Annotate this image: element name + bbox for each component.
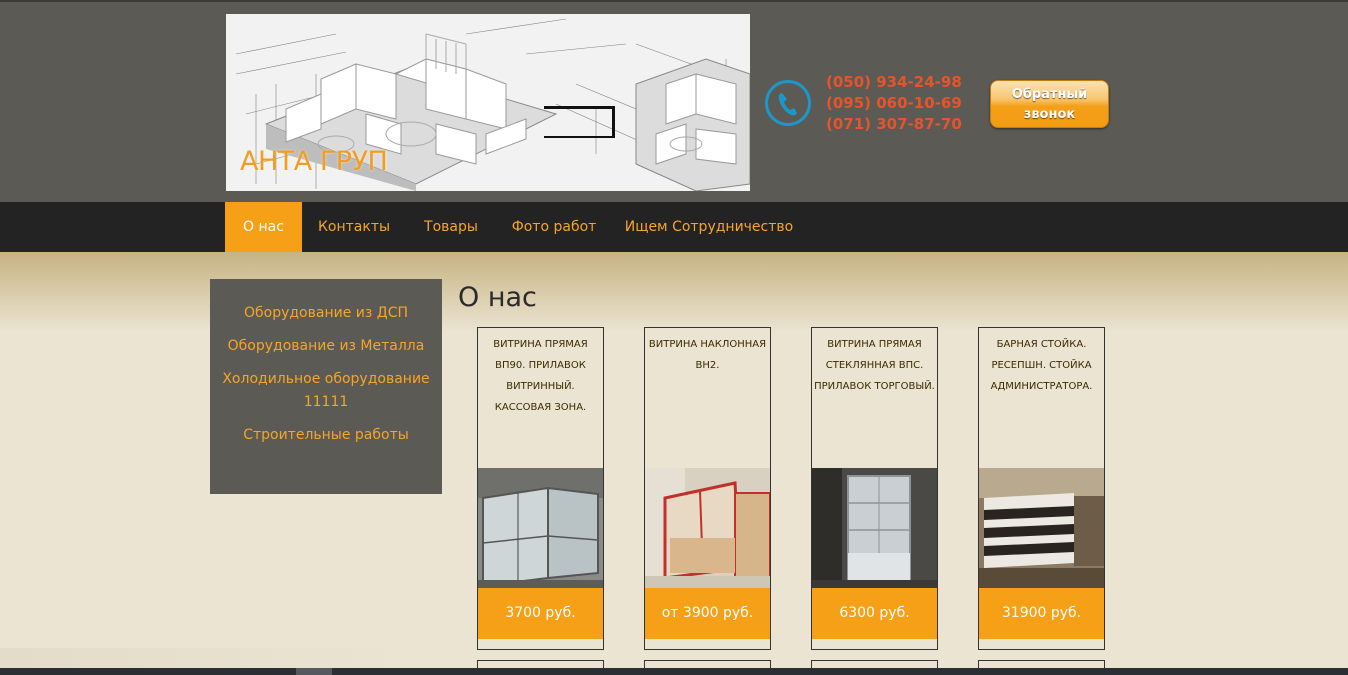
product-card[interactable]: ВИТРИНА ПРЯМАЯ СТЕКЛЯННАЯ ВПС. ПРИЛАВОК …: [811, 327, 938, 650]
product-image[interactable]: [478, 468, 603, 588]
page-title: О нас: [458, 282, 537, 313]
product-title[interactable]: БАРНАЯ СТОЙКА. РЕСЕПШН. СТОЙКА АДМИНИСТР…: [979, 334, 1104, 397]
product-image[interactable]: [979, 468, 1104, 588]
product-image[interactable]: [645, 468, 770, 588]
product-card[interactable]: БАРНАЯ СТОЙКА. РЕСЕПШН. СТОЙКА АДМИНИСТР…: [978, 327, 1105, 650]
main-nav: О нас Контакты Товары Фото работ Ищем Со…: [0, 202, 1348, 252]
product-card[interactable]: ВИТРИНА НАКЛОННАЯ ВН2. от 3900 руб.: [644, 327, 771, 650]
sidebar-item-construction[interactable]: Строительные работы: [210, 424, 442, 447]
callback-button[interactable]: Обратный звонок: [990, 80, 1109, 128]
banner-image[interactable]: АНТА ГРУП: [226, 14, 750, 191]
nav-item-products[interactable]: Товары: [412, 202, 490, 252]
brand-logo-text[interactable]: АНТА ГРУП: [240, 146, 388, 177]
phone-numbers: (050) 934-24-98 (095) 060-10-69 (071) 30…: [826, 72, 962, 135]
product-title[interactable]: ВИТРИНА НАКЛОННАЯ ВН2.: [645, 334, 770, 376]
product-card[interactable]: ВИТРИНА ПРЯМАЯ ВП90. ПРИЛАВОК ВИТРИННЫЙ.…: [477, 327, 604, 650]
sidebar-item-dsp[interactable]: Оборудование из ДСП: [210, 302, 442, 325]
bottom-shadow: [0, 648, 420, 668]
sidebar-menu: Оборудование из ДСП Оборудование из Мета…: [210, 279, 442, 494]
phone-icon: [765, 80, 811, 126]
product-price: 31900 руб.: [979, 588, 1104, 639]
callback-label-line1: Обратный: [1011, 87, 1088, 102]
callback-label-line2: звонок: [1023, 107, 1076, 122]
product-price: 6300 руб.: [812, 588, 937, 639]
nav-item-photos[interactable]: Фото работ: [502, 202, 606, 252]
product-title[interactable]: ВИТРИНА ПРЯМАЯ СТЕКЛЯННАЯ ВПС. ПРИЛАВОК …: [812, 334, 937, 397]
product-title[interactable]: ВИТРИНА ПРЯМАЯ ВП90. ПРИЛАВОК ВИТРИННЫЙ.…: [478, 334, 603, 418]
product-image[interactable]: [812, 468, 937, 588]
bottom-bar-tab[interactable]: [296, 668, 332, 675]
phone-number-2[interactable]: (095) 060-10-69: [826, 93, 962, 114]
content-top-gradient: [0, 252, 1348, 332]
sidebar-item-refrigeration[interactable]: Холодильное оборудование 11111: [210, 368, 442, 414]
product-price: 3700 руб.: [478, 588, 603, 639]
nav-item-contacts[interactable]: Контакты: [308, 202, 400, 252]
phone-number-1[interactable]: (050) 934-24-98: [826, 72, 962, 93]
phone-number-3[interactable]: (071) 307-87-70: [826, 114, 962, 135]
product-price: от 3900 руб.: [645, 588, 770, 639]
nav-item-about[interactable]: О нас: [225, 202, 302, 252]
sidebar-item-metal[interactable]: Оборудование из Металла: [210, 335, 442, 358]
bottom-bar: [0, 668, 1348, 675]
nav-item-cooperation[interactable]: Ищем Сотрудничество: [618, 202, 800, 252]
